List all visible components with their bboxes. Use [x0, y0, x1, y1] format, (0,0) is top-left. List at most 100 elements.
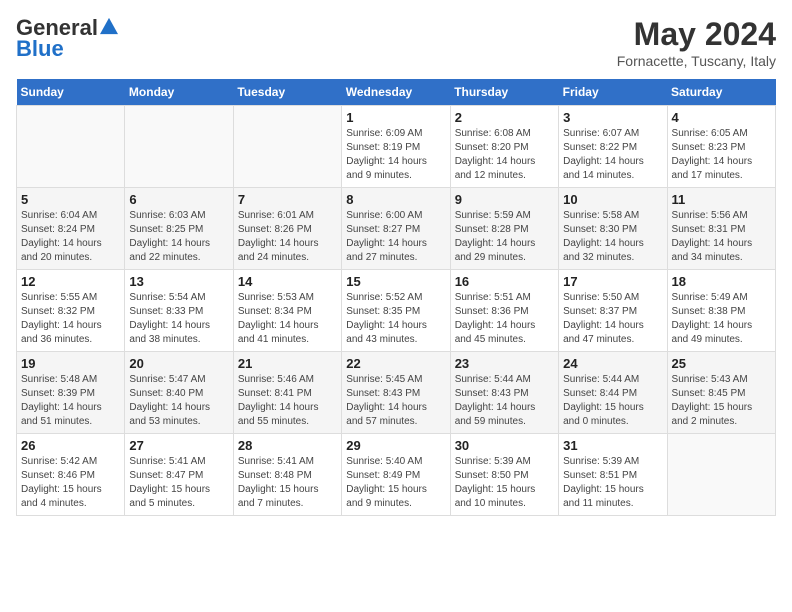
day-info-line: Sunset: 8:30 PM — [563, 224, 637, 235]
day-info-line: Sunrise: 5:56 AM — [672, 210, 748, 221]
day-info: Sunrise: 5:50 AMSunset: 8:37 PMDaylight:… — [563, 291, 662, 347]
day-info-line: Sunset: 8:33 PM — [129, 306, 203, 317]
day-cell: 3Sunrise: 6:07 AMSunset: 8:22 PMDaylight… — [559, 106, 667, 188]
day-info-line: Sunset: 8:50 PM — [455, 470, 529, 481]
day-cell: 23Sunrise: 5:44 AMSunset: 8:43 PMDayligh… — [450, 352, 558, 434]
day-number: 16 — [455, 274, 554, 289]
day-info-line: Daylight: 14 hours — [455, 402, 536, 413]
logo: General Blue — [16, 16, 118, 62]
day-info: Sunrise: 6:09 AMSunset: 8:19 PMDaylight:… — [346, 127, 445, 183]
week-row-4: 19 Sunrise: 5:48 AM Sunset: 8:39 PM Dayligh… — [17, 352, 776, 434]
day-info-line: and 51 minutes. — [21, 416, 92, 427]
day-info-line: Daylight: 15 hours — [563, 402, 644, 413]
day-cell: 25Sunrise: 5:43 AMSunset: 8:45 PMDayligh… — [667, 352, 775, 434]
day-info: Sunrise: 5:39 AMSunset: 8:51 PMDaylight:… — [563, 455, 662, 511]
day-number: 7 — [238, 192, 337, 207]
day-number: 27 — [129, 438, 228, 453]
day-number: 2 — [455, 110, 554, 125]
day-cell: 22 Sunrise: 5:45 AMSunset: 8:43 PMDayligh… — [342, 352, 450, 434]
day-info-line: Sunset: 8:35 PM — [346, 306, 420, 317]
day-info-line: Sunrise: 5:54 AM — [129, 292, 205, 303]
day-info-line: Sunset: 8:32 PM — [21, 306, 95, 317]
day-info-line: and 10 minutes. — [455, 498, 526, 509]
day-cell: 8Sunrise: 6:00 AMSunset: 8:27 PMDaylight… — [342, 188, 450, 270]
day-info-line: and 4 minutes. — [21, 498, 87, 509]
day-info-line: Sunset: 8:49 PM — [346, 470, 420, 481]
day-info-line: Sunrise: 6:07 AM — [563, 128, 639, 139]
day-number: 8 — [346, 192, 445, 207]
day-info: Sunrise: 6:00 AMSunset: 8:27 PMDaylight:… — [346, 209, 445, 265]
day-cell: 7Sunrise: 6:01 AMSunset: 8:26 PMDaylight… — [233, 188, 341, 270]
day-info-line: Sunset: 8:47 PM — [129, 470, 203, 481]
day-info-line: Sunrise: 6:08 AM — [455, 128, 531, 139]
day-info-line: and 9 minutes. — [346, 498, 412, 509]
day-info-line: Sunset: 8:27 PM — [346, 224, 420, 235]
day-info-line: and 24 minutes. — [238, 252, 309, 263]
day-info: Sunrise: 5:40 AMSunset: 8:49 PMDaylight:… — [346, 455, 445, 511]
day-info-line: Daylight: 14 hours — [563, 156, 644, 167]
day-info-line: and 32 minutes. — [563, 252, 634, 263]
day-info-line: Sunrise: 5:44 AM — [455, 374, 531, 385]
day-header-saturday: Saturday — [667, 79, 775, 106]
day-info-line: Daylight: 14 hours — [129, 320, 210, 331]
day-info-line: Daylight: 14 hours — [672, 320, 753, 331]
day-cell: 20Sunrise: 5:47 AMSunset: 8:40 PMDayligh… — [125, 352, 233, 434]
day-number: 28 — [238, 438, 337, 453]
day-info-line: Sunset: 8:20 PM — [455, 142, 529, 153]
day-cell: 11Sunrise: 5:56 AMSunset: 8:31 PMDayligh… — [667, 188, 775, 270]
day-info: Sunrise: 5:45 AMSunset: 8:43 PMDaylight:… — [346, 373, 445, 429]
day-cell — [125, 106, 233, 188]
day-info-line: Daylight: 14 hours — [455, 156, 536, 167]
day-info-line: and 22 minutes. — [129, 252, 200, 263]
day-cell: 15Sunrise: 5:52 AMSunset: 8:35 PMDayligh… — [342, 270, 450, 352]
day-header-thursday: Thursday — [450, 79, 558, 106]
day-info-line: Sunset: 8:37 PM — [563, 306, 637, 317]
day-info-line: Sunset: 8:39 PM — [21, 388, 95, 399]
day-info-line: Sunrise: 6:00 AM — [346, 210, 422, 221]
day-info-line: Daylight: 14 hours — [129, 402, 210, 413]
day-number: 19 — [21, 356, 120, 371]
title-block: May 2024 Fornacette, Tuscany, Italy — [617, 16, 776, 69]
day-info-line: Sunrise: 5:42 AM — [21, 456, 97, 467]
day-info-line: Sunrise: 5:48 AM — [21, 374, 97, 385]
day-info-line: Sunrise: 5:40 AM — [346, 456, 422, 467]
day-info: Sunrise: 5:41 AMSunset: 8:47 PMDaylight:… — [129, 455, 228, 511]
day-info-line: and 0 minutes. — [563, 416, 629, 427]
day-header-tuesday: Tuesday — [233, 79, 341, 106]
day-number: 10 — [563, 192, 662, 207]
day-info-line: Sunset: 8:31 PM — [672, 224, 746, 235]
day-info: Sunrise: 5:39 AMSunset: 8:50 PMDaylight:… — [455, 455, 554, 511]
day-info: Sunrise: 5:51 AMSunset: 8:36 PMDaylight:… — [455, 291, 554, 347]
day-info-line: Daylight: 15 hours — [672, 402, 753, 413]
day-info-line: and 45 minutes. — [455, 334, 526, 345]
day-info-line: Sunset: 8:48 PM — [238, 470, 312, 481]
day-info: Sunrise: 5:43 AMSunset: 8:45 PMDaylight:… — [672, 373, 771, 429]
subtitle: Fornacette, Tuscany, Italy — [617, 53, 776, 69]
day-info-line: Sunset: 8:43 PM — [455, 388, 529, 399]
day-info-line: Daylight: 14 hours — [129, 238, 210, 249]
day-number: 14 — [238, 274, 337, 289]
day-info-line: Sunset: 8:28 PM — [455, 224, 529, 235]
day-info-line: Sunrise: 5:44 AM — [563, 374, 639, 385]
main-title: May 2024 — [617, 16, 776, 53]
week-row-5: 26Sunrise: 5:42 AMSunset: 8:46 PMDayligh… — [17, 434, 776, 516]
day-info-line: Sunrise: 5:45 AM — [346, 374, 422, 385]
day-info-line: Sunrise: 6:05 AM — [672, 128, 748, 139]
day-cell: 16 Sunrise: 5:51 AMSunset: 8:36 PMDayligh… — [450, 270, 558, 352]
day-info-line: Sunrise: 5:47 AM — [129, 374, 205, 385]
day-cell: 21Sunrise: 5:46 AMSunset: 8:41 PMDayligh… — [233, 352, 341, 434]
day-number: 22 — [346, 356, 445, 371]
day-cell: 9Sunrise: 5:59 AMSunset: 8:28 PMDaylight… — [450, 188, 558, 270]
day-number: 21 — [238, 356, 337, 371]
day-info: Sunrise: 5:47 AMSunset: 8:40 PMDaylight:… — [129, 373, 228, 429]
day-info-line: Sunrise: 5:52 AM — [346, 292, 422, 303]
day-info: Sunrise: 5:41 AMSunset: 8:48 PMDaylight:… — [238, 455, 337, 511]
day-info-line: Daylight: 15 hours — [129, 484, 210, 495]
day-info-line: and 14 minutes. — [563, 170, 634, 181]
day-info: Sunrise: 5:44 AM Sunset: 8:43 PM Daylight:… — [455, 373, 554, 429]
day-info-line: Daylight: 15 hours — [563, 484, 644, 495]
day-info-line: and 5 minutes. — [129, 498, 195, 509]
day-info-line: Daylight: 15 hours — [455, 484, 536, 495]
day-info-line: Sunrise: 6:09 AM — [346, 128, 422, 139]
day-info-line: Sunset: 8:22 PM — [563, 142, 637, 153]
